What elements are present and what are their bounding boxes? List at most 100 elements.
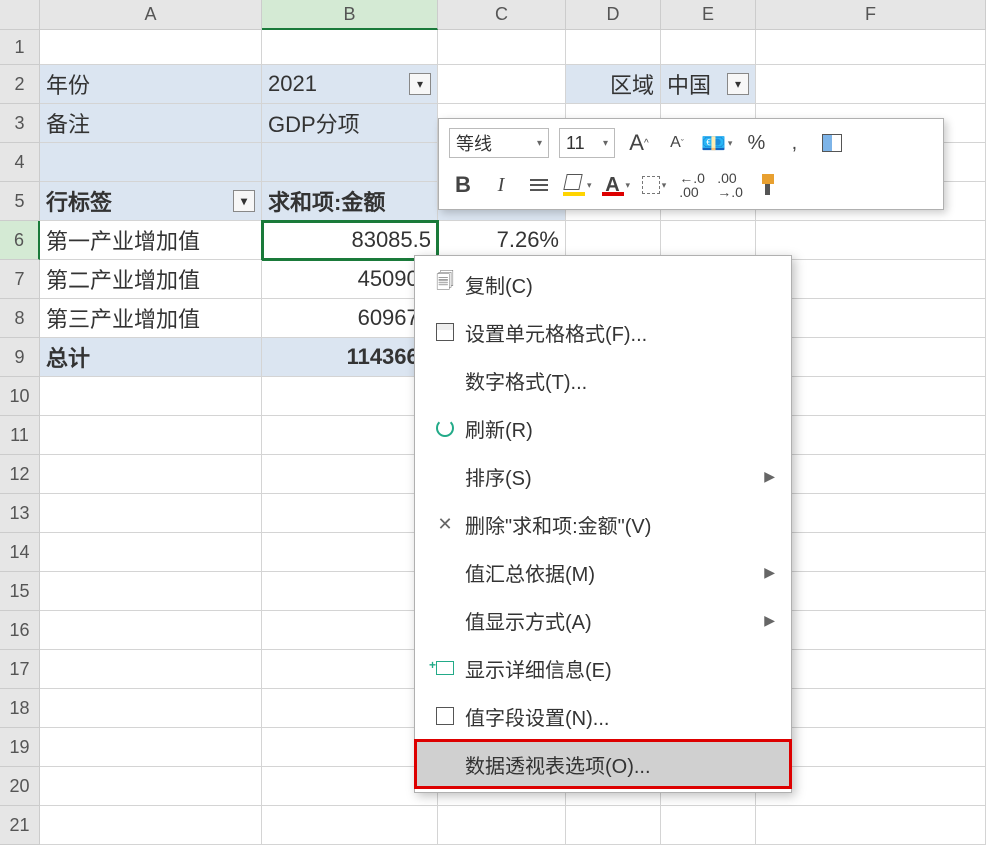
cell-b17[interactable] bbox=[262, 650, 438, 689]
decrease-decimal-button[interactable]: .00→.0 bbox=[716, 170, 744, 200]
row-header-8[interactable]: 8 bbox=[0, 299, 40, 338]
cell-a11[interactable] bbox=[40, 416, 262, 455]
accounting-format-button[interactable]: 💶▾ bbox=[701, 128, 732, 158]
row-header-10[interactable]: 10 bbox=[0, 377, 40, 416]
col-header-f[interactable]: F bbox=[756, 0, 986, 30]
cell-b13[interactable] bbox=[262, 494, 438, 533]
cell-year-label[interactable]: 年份 bbox=[40, 65, 262, 104]
conditional-format-button[interactable] bbox=[818, 128, 846, 158]
decrease-font-button[interactable]: Aˇ bbox=[663, 128, 691, 158]
row-header-7[interactable]: 7 bbox=[0, 260, 40, 299]
cell-e1[interactable] bbox=[661, 30, 756, 65]
row-header-5[interactable]: 5 bbox=[0, 182, 40, 221]
row-header-21[interactable]: 21 bbox=[0, 806, 40, 845]
menu-show-values-as[interactable]: 值显示方式(A) ▶ bbox=[415, 596, 791, 644]
col-header-e[interactable]: E bbox=[661, 0, 756, 30]
row-header-16[interactable]: 16 bbox=[0, 611, 40, 650]
cell-region-label[interactable]: 区域 bbox=[566, 65, 661, 104]
cell-a21[interactable] bbox=[40, 806, 262, 845]
row-header-17[interactable]: 17 bbox=[0, 650, 40, 689]
cell-b18[interactable] bbox=[262, 689, 438, 728]
cell-b14[interactable] bbox=[262, 533, 438, 572]
cell-b15[interactable] bbox=[262, 572, 438, 611]
select-all-corner[interactable] bbox=[0, 0, 40, 30]
menu-field-settings[interactable]: 值字段设置(N)... bbox=[415, 692, 791, 740]
increase-decimal-button[interactable]: ←.0.00 bbox=[678, 170, 706, 200]
increase-font-button[interactable]: A^ bbox=[625, 128, 653, 158]
cell-b20[interactable] bbox=[262, 767, 438, 806]
cell-a1[interactable] bbox=[40, 30, 262, 65]
italic-button[interactable]: I bbox=[487, 170, 515, 200]
cell-c1[interactable] bbox=[438, 30, 566, 65]
cell-a17[interactable] bbox=[40, 650, 262, 689]
cell-a19[interactable] bbox=[40, 728, 262, 767]
cell-b12[interactable] bbox=[262, 455, 438, 494]
cell-b21[interactable] bbox=[262, 806, 438, 845]
col-header-b[interactable]: B bbox=[262, 0, 438, 30]
cell-region-value[interactable]: 中国 ▾ bbox=[661, 65, 756, 104]
row-header-15[interactable]: 15 bbox=[0, 572, 40, 611]
cell-a4[interactable] bbox=[40, 143, 262, 182]
bold-button[interactable]: B bbox=[449, 170, 477, 200]
cell-a18[interactable] bbox=[40, 689, 262, 728]
cell-a16[interactable] bbox=[40, 611, 262, 650]
row-header-3[interactable]: 3 bbox=[0, 104, 40, 143]
cell-row1-label[interactable]: 第一产业增加值 bbox=[40, 221, 262, 260]
menu-summarize-by[interactable]: 值汇总依据(M) ▶ bbox=[415, 548, 791, 596]
menu-copy[interactable]: 🗐 复制(C) bbox=[415, 260, 791, 308]
cell-b19[interactable] bbox=[262, 728, 438, 767]
row-header-13[interactable]: 13 bbox=[0, 494, 40, 533]
row-header-6[interactable]: 6 bbox=[0, 221, 40, 260]
cell-b16[interactable] bbox=[262, 611, 438, 650]
align-button[interactable] bbox=[525, 170, 553, 200]
row-header-1[interactable]: 1 bbox=[0, 30, 40, 65]
cell-e21[interactable] bbox=[661, 806, 756, 845]
menu-sort[interactable]: 排序(S) ▶ bbox=[415, 452, 791, 500]
region-filter-icon[interactable]: ▾ bbox=[727, 73, 749, 95]
cell-row3-label[interactable]: 第三产业增加值 bbox=[40, 299, 262, 338]
cell-a20[interactable] bbox=[40, 767, 262, 806]
font-name-select[interactable]: 等线▾ bbox=[449, 128, 549, 158]
cell-a13[interactable] bbox=[40, 494, 262, 533]
cell-b1[interactable] bbox=[262, 30, 438, 65]
cell-f1[interactable] bbox=[756, 30, 986, 65]
menu-show-details[interactable]: 显示详细信息(E) bbox=[415, 644, 791, 692]
col-header-d[interactable]: D bbox=[566, 0, 661, 30]
cell-row3-value[interactable]: 609679 bbox=[262, 299, 438, 338]
cell-b4[interactable] bbox=[262, 143, 438, 182]
borders-button[interactable]: ▾ bbox=[640, 170, 668, 200]
percent-format-button[interactable]: % bbox=[742, 128, 770, 158]
cell-a10[interactable] bbox=[40, 377, 262, 416]
row-labels-dropdown-icon[interactable]: ▾ bbox=[233, 190, 255, 212]
cell-value-header[interactable]: 求和项:金额 bbox=[262, 182, 438, 221]
format-painter-button[interactable] bbox=[754, 170, 782, 200]
fill-color-button[interactable]: ▾ bbox=[563, 170, 592, 200]
menu-refresh[interactable]: 刷新(R) bbox=[415, 404, 791, 452]
menu-pivot-options[interactable]: 数据透视表选项(O)... bbox=[415, 740, 791, 788]
menu-number-format[interactable]: 数字格式(T)... bbox=[415, 356, 791, 404]
cell-row2-label[interactable]: 第二产业增加值 bbox=[40, 260, 262, 299]
menu-format-cells[interactable]: 设置单元格格式(F)... bbox=[415, 308, 791, 356]
cell-note-label[interactable]: 备注 bbox=[40, 104, 262, 143]
cell-c2[interactable] bbox=[438, 65, 566, 104]
col-header-c[interactable]: C bbox=[438, 0, 566, 30]
font-color-button[interactable]: A▾ bbox=[602, 170, 631, 200]
row-header-18[interactable]: 18 bbox=[0, 689, 40, 728]
cell-c21[interactable] bbox=[438, 806, 566, 845]
cell-b11[interactable] bbox=[262, 416, 438, 455]
cell-a14[interactable] bbox=[40, 533, 262, 572]
cell-d21[interactable] bbox=[566, 806, 661, 845]
row-header-9[interactable]: 9 bbox=[0, 338, 40, 377]
cell-total-value[interactable]: 1143669 bbox=[262, 338, 438, 377]
cell-a12[interactable] bbox=[40, 455, 262, 494]
row-header-20[interactable]: 20 bbox=[0, 767, 40, 806]
cell-d1[interactable] bbox=[566, 30, 661, 65]
cell-f21[interactable] bbox=[756, 806, 986, 845]
menu-remove-field[interactable]: ✕ 删除"求和项:金额"(V) bbox=[415, 500, 791, 548]
row-header-2[interactable]: 2 bbox=[0, 65, 40, 104]
row-header-19[interactable]: 19 bbox=[0, 728, 40, 767]
cell-row-header[interactable]: 行标签 ▾ bbox=[40, 182, 262, 221]
font-size-select[interactable]: 11▾ bbox=[559, 128, 615, 158]
cell-year-value[interactable]: 2021 ▾ bbox=[262, 65, 438, 104]
row-header-4[interactable]: 4 bbox=[0, 143, 40, 182]
